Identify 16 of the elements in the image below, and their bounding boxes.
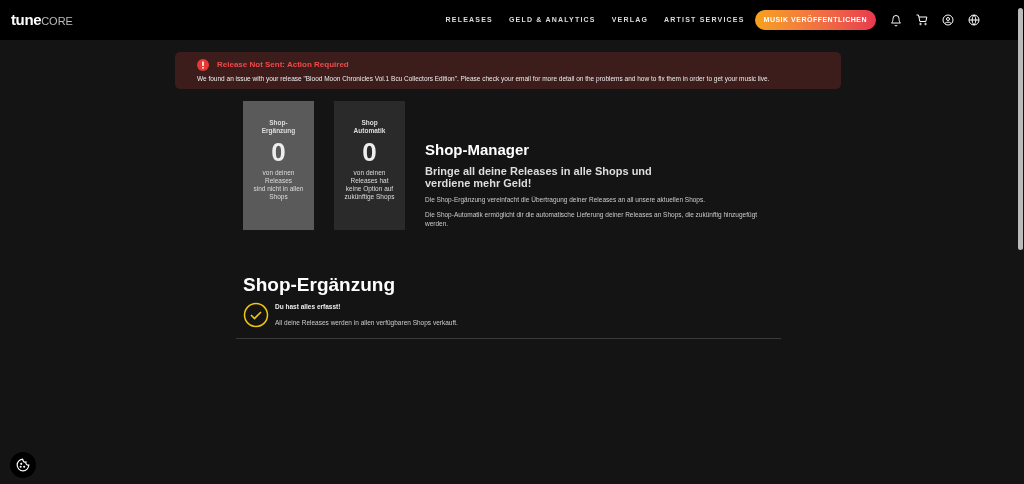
cookie-icon [16, 458, 30, 472]
cart-icon[interactable] [916, 14, 928, 26]
section-title: Shop-Ergänzung [243, 274, 396, 296]
card-count: 0 [271, 137, 286, 167]
alert-title: Release Not Sent: Action Required [217, 59, 349, 71]
manager-subtitle: Bringe all deine Releases in alle Shops und verdiene mehr Geld! [425, 164, 653, 189]
cookie-button[interactable] [10, 452, 36, 478]
account-icon[interactable] [942, 14, 954, 26]
logo[interactable]: tuneCORE [11, 8, 73, 32]
card-count: 0 [362, 137, 377, 167]
checkmark-icon [243, 302, 269, 328]
bell-icon[interactable] [890, 13, 902, 27]
manager-title: Shop-Manager [425, 140, 531, 160]
scrollbar[interactable] [1018, 8, 1023, 250]
alert-icon [197, 59, 209, 71]
globe-icon[interactable] [968, 14, 980, 26]
